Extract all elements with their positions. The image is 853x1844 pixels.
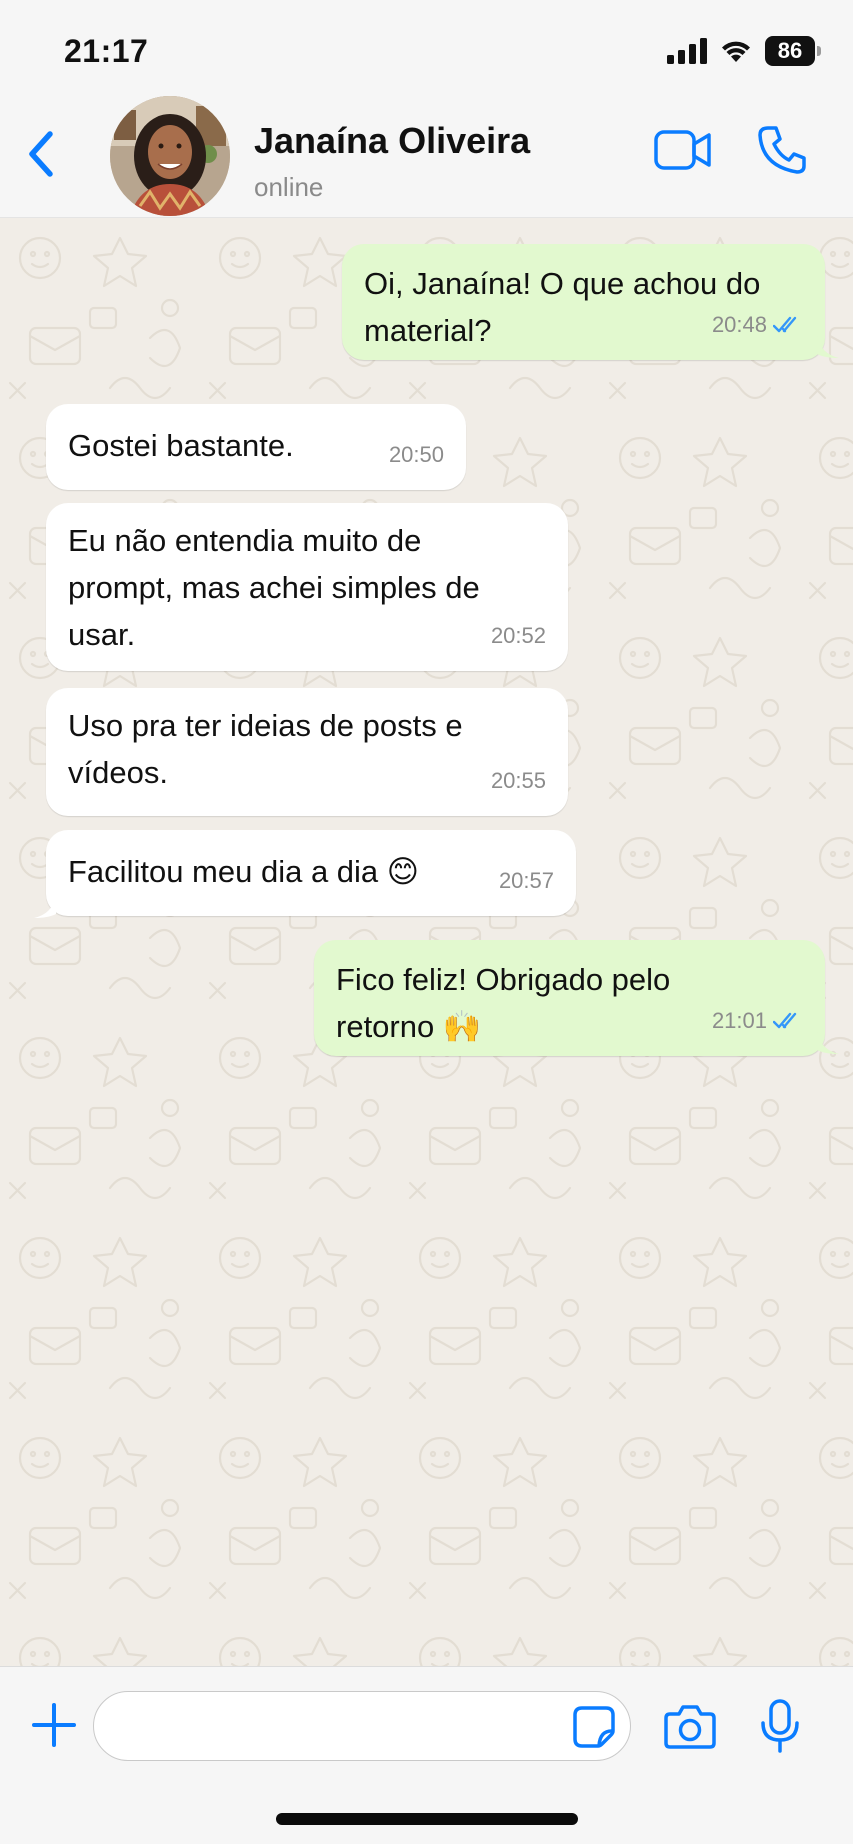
message-time: 20:57 [498, 868, 554, 893]
message-time: 21:01 [711, 1008, 767, 1033]
sticker-icon [573, 1706, 615, 1748]
message-text: Gostei bastante. [68, 428, 294, 463]
message-bubble-incoming[interactable]: Eu não entendia muito de prompt, mas ach… [46, 503, 568, 671]
camera-button[interactable] [664, 1703, 716, 1749]
video-camera-icon [654, 130, 711, 170]
message-text: Fico feliz! Obrigado pelo retorno 🙌 [336, 962, 671, 1044]
back-button[interactable] [22, 126, 62, 182]
message-meta: 20:57 [499, 857, 554, 904]
message-bubble-incoming[interactable]: Facilitou meu dia a dia 😊 20:57 [46, 830, 576, 916]
plus-icon [32, 1703, 76, 1747]
phone-icon [758, 126, 806, 174]
bubble-tail [817, 336, 839, 358]
attach-button[interactable] [30, 1701, 78, 1749]
avatar[interactable] [110, 96, 230, 216]
message-meta: 20:52 [491, 612, 546, 659]
chat-header: Janaína Oliveira online [0, 80, 853, 218]
message-text: Facilitou meu dia a dia 😊 [68, 854, 420, 889]
bubble-tail [817, 1032, 839, 1054]
double-check-icon [773, 316, 797, 332]
message-meta: 20:55 [491, 757, 546, 804]
status-icons: 86 [667, 36, 821, 66]
message-text: Eu não entendia muito de prompt, mas ach… [68, 523, 480, 652]
message-meta: 20:48 [712, 301, 803, 348]
input-bar [0, 1666, 853, 1844]
bubble-tail [34, 896, 56, 918]
contact-status: online [254, 172, 324, 202]
contact-name[interactable]: Janaína Oliveira [254, 120, 530, 162]
message-time: 20:52 [490, 623, 546, 648]
status-time: 21:17 [64, 33, 149, 69]
message-input[interactable] [93, 1691, 631, 1761]
microphone-button[interactable] [758, 1699, 802, 1753]
message-time: 20:50 [388, 442, 444, 467]
message-bubble-incoming[interactable]: Uso pra ter ideias de posts e vídeos. 20… [46, 688, 568, 816]
message-meta: 21:01 [712, 997, 803, 1044]
camera-icon [664, 1705, 716, 1749]
chevron-left-icon [29, 131, 53, 177]
contact-photo [110, 96, 230, 216]
message-meta: 20:50 [389, 431, 444, 478]
video-call-button[interactable] [654, 128, 712, 172]
message-time: 20:55 [490, 768, 546, 793]
sticker-button[interactable] [572, 1705, 616, 1749]
message-bubble-outgoing[interactable]: Fico feliz! Obrigado pelo retorno 🙌 21:0… [314, 940, 825, 1056]
voice-call-button[interactable] [756, 124, 808, 176]
message-time: 20:48 [711, 312, 767, 337]
message-bubble-outgoing[interactable]: Oi, Janaína! O que achou do material? 20… [342, 244, 825, 360]
battery-indicator: 86 [765, 36, 821, 66]
double-check-icon [773, 1012, 797, 1028]
chat-area[interactable]: Oi, Janaína! O que achou do material? 20… [0, 218, 853, 1666]
message-text: Uso pra ter ideias de posts e vídeos. [68, 708, 463, 790]
microphone-icon [761, 1699, 799, 1753]
wifi-icon [722, 41, 750, 62]
message-bubble-incoming[interactable]: Gostei bastante. 20:50 [46, 404, 466, 490]
cellular-signal-icon [667, 38, 707, 64]
home-indicator[interactable] [276, 1813, 578, 1825]
